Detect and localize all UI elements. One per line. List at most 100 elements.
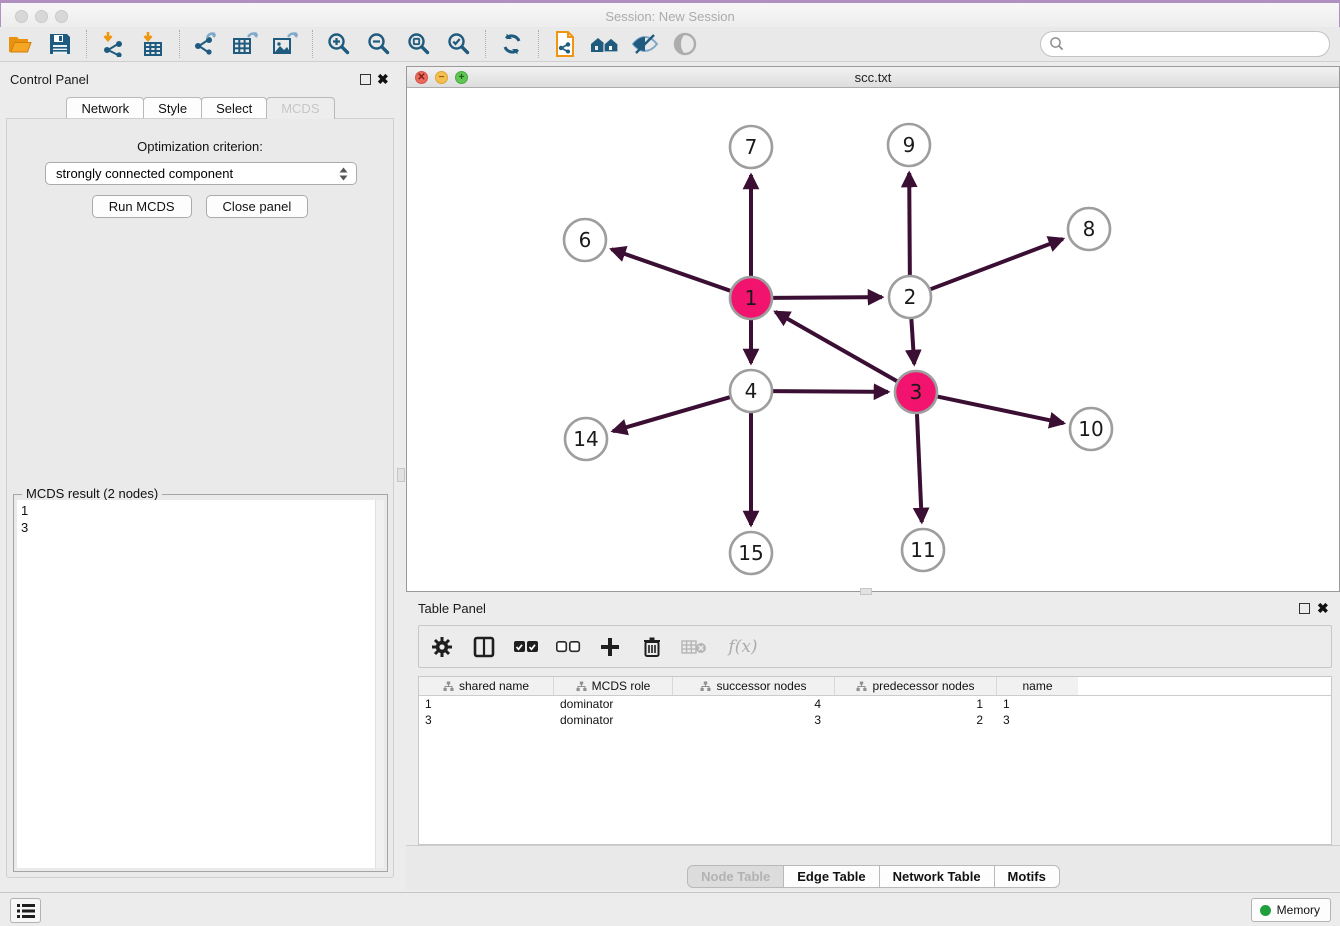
cell-successor-nodes[interactable]: 3	[673, 712, 835, 728]
show-columns-button[interactable]	[471, 634, 497, 660]
refresh-layout-button[interactable]	[495, 29, 529, 59]
criterion-select[interactable]: strongly connected component	[45, 162, 357, 185]
save-session-button[interactable]	[43, 29, 77, 59]
graph-edge-4-14[interactable]	[613, 397, 730, 431]
tab-style[interactable]: Style	[143, 97, 202, 119]
import-network-button[interactable]	[96, 29, 130, 59]
mcds-result-title: MCDS result (2 nodes)	[22, 486, 162, 501]
cell-predecessor-nodes[interactable]: 2	[835, 712, 997, 728]
import-table-button[interactable]	[136, 29, 170, 59]
cell-successor-nodes[interactable]: 4	[673, 696, 835, 712]
graph-edge-1-2[interactable]	[773, 297, 882, 298]
column-header-mcds-role[interactable]: MCDS role	[554, 677, 673, 695]
tab-select[interactable]: Select	[201, 97, 267, 119]
search-box[interactable]	[1040, 31, 1330, 57]
cell-shared-name[interactable]: 1	[419, 696, 554, 712]
network-window-titlebar[interactable]: ✕ − + scc.txt	[407, 67, 1339, 88]
graph-edge-4-3[interactable]	[773, 391, 888, 392]
export-network-button[interactable]	[189, 29, 223, 59]
tab-motifs[interactable]: Motifs	[994, 865, 1060, 888]
open-folder-icon	[7, 32, 33, 56]
table-tabs-strip: Node Table Edge Table Network Table Moti…	[406, 845, 1340, 890]
deselect-all-button[interactable]	[555, 634, 581, 660]
export-table-button[interactable]	[229, 29, 263, 59]
tab-edge-table[interactable]: Edge Table	[783, 865, 879, 888]
result-scrollbar[interactable]	[375, 500, 384, 868]
cell-name[interactable]: 1	[997, 696, 1078, 712]
graph-edge-2-8[interactable]	[931, 239, 1063, 289]
zoom-fit-button[interactable]	[402, 29, 436, 59]
network-graph[interactable]: 7968124314101511	[407, 88, 1339, 591]
close-panel-icon[interactable]: ✖	[377, 71, 389, 88]
open-session-button[interactable]	[3, 29, 37, 59]
window-titlebar[interactable]: Session: New Session	[0, 0, 1340, 27]
select-stepper-icon	[336, 165, 351, 182]
vertical-splitter-handle[interactable]	[397, 468, 405, 482]
search-input[interactable]	[1065, 34, 1329, 54]
column-header-predecessor-nodes[interactable]: predecessor nodes	[835, 677, 997, 695]
table-float-panel-icon[interactable]	[1299, 603, 1310, 614]
export-image-button[interactable]	[269, 29, 303, 59]
birdseye-view-button[interactable]	[668, 29, 702, 59]
cell-mcds-role[interactable]: dominator	[554, 696, 673, 712]
duplicate-network-button[interactable]	[548, 29, 582, 59]
graph-node-label-3: 3	[910, 380, 923, 404]
table-mode-settings-button[interactable]	[429, 634, 455, 660]
graph-edge-2-3[interactable]	[911, 319, 914, 364]
table-row[interactable]: 1 dominator 4 1 1	[419, 696, 1331, 712]
network-overview-button[interactable]	[588, 29, 622, 59]
cell-name[interactable]: 3	[997, 712, 1078, 728]
criterion-select-value: strongly connected component	[56, 166, 233, 181]
column-header-name[interactable]: name	[997, 677, 1078, 695]
node-table: shared name MCDS role successor nodes pr…	[418, 676, 1332, 845]
mcds-result-box: MCDS result (2 nodes) 1 3	[13, 494, 388, 872]
zoom-selected-button[interactable]	[442, 29, 476, 59]
graph-edge-2-9[interactable]	[909, 173, 910, 275]
graph-node-label-4: 4	[745, 379, 758, 403]
graph-node-label-15: 15	[738, 541, 763, 565]
fx-icon: f(x)	[728, 637, 757, 657]
window-title: Session: New Session	[1, 9, 1339, 24]
column-header-successor-nodes[interactable]: successor nodes	[673, 677, 835, 695]
export-table-icon	[232, 31, 260, 57]
table-close-panel-icon[interactable]: ✖	[1317, 600, 1329, 617]
zoom-out-button[interactable]	[362, 29, 396, 59]
run-mcds-button[interactable]: Run MCDS	[92, 195, 192, 218]
tab-network-table[interactable]: Network Table	[879, 865, 995, 888]
application-window: Session: New Session	[0, 0, 1340, 926]
graph-node-label-10: 10	[1078, 417, 1103, 441]
float-panel-icon[interactable]	[360, 74, 371, 85]
graph-edge-3-11[interactable]	[917, 414, 922, 522]
zoom-fit-icon	[407, 32, 431, 56]
graph-edge-3-10[interactable]	[938, 397, 1064, 424]
toolbar-separator	[312, 30, 313, 58]
select-all-button[interactable]	[513, 634, 539, 660]
zoom-in-button[interactable]	[322, 29, 356, 59]
tab-node-table[interactable]: Node Table	[687, 865, 784, 888]
table-panel: Table Panel ✖	[406, 596, 1340, 890]
graph-node-label-9: 9	[903, 133, 916, 157]
columns-icon	[473, 636, 495, 658]
column-header-shared-name[interactable]: shared name	[419, 677, 554, 695]
cell-shared-name[interactable]: 3	[419, 712, 554, 728]
export-image-icon	[272, 31, 300, 57]
memory-button[interactable]: Memory	[1251, 898, 1331, 922]
graph-node-label-6: 6	[579, 228, 592, 252]
table-row[interactable]: 3 dominator 3 2 3	[419, 712, 1331, 728]
function-builder-button[interactable]: f(x)	[723, 634, 763, 660]
delete-column-button[interactable]	[639, 634, 665, 660]
task-history-button[interactable]	[10, 898, 41, 923]
delete-table-button[interactable]	[681, 634, 707, 660]
graph-edge-1-6[interactable]	[611, 249, 730, 291]
show-graphics-details-button[interactable]	[628, 29, 662, 59]
tab-network[interactable]: Network	[66, 97, 144, 119]
tab-mcds[interactable]: MCDS	[266, 97, 334, 119]
cell-mcds-role[interactable]: dominator	[554, 712, 673, 728]
graph-edge-3-1[interactable]	[775, 312, 897, 381]
mcds-result-text[interactable]: 1 3	[17, 500, 384, 868]
add-column-button[interactable]	[597, 634, 623, 660]
hierarchy-icon	[576, 681, 587, 692]
close-panel-button[interactable]: Close panel	[206, 195, 309, 218]
cell-predecessor-nodes[interactable]: 1	[835, 696, 997, 712]
horizontal-splitter-handle[interactable]	[860, 588, 872, 595]
